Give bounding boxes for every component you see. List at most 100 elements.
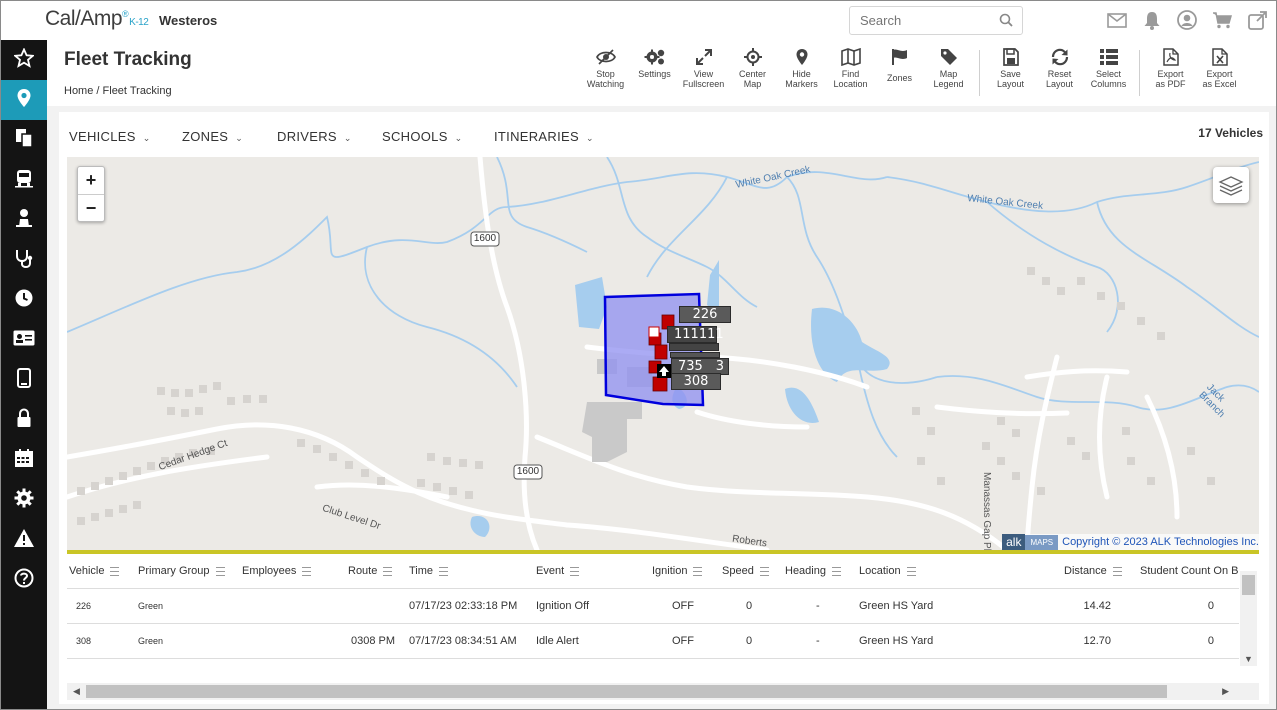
map-pin-icon (16, 88, 32, 113)
schools-filter-dropdown[interactable]: SCHOOLS ⌄ (382, 129, 463, 144)
map-legend-button[interactable]: Map Legend (924, 48, 973, 96)
search-input[interactable] (858, 12, 992, 29)
drivers-filter-dropdown[interactable]: DRIVERS ⌄ (277, 129, 352, 144)
chevron-down-icon: ⌄ (142, 133, 151, 143)
gears-icon (644, 49, 664, 65)
folded-map-icon (840, 48, 861, 66)
column-header-employees[interactable]: Employees (242, 565, 312, 577)
expand-icon (695, 49, 712, 65)
find-location-button[interactable]: Find Location (826, 48, 875, 96)
person-icon (15, 208, 33, 233)
zones-button[interactable]: Zones (875, 48, 924, 96)
save-layout-button[interactable]: Save Layout (986, 48, 1035, 96)
column-header-time[interactable]: Time (409, 565, 449, 577)
zoom-out-button[interactable]: − (78, 195, 104, 222)
sidebar-item-bus[interactable] (1, 160, 47, 200)
view-fullscreen-button[interactable]: View Fullscreen (679, 48, 728, 96)
scrollbar-thumb[interactable] (1242, 575, 1255, 595)
vehicle-label-111111[interactable]: 111111 (667, 326, 724, 343)
user-icon[interactable] (1175, 9, 1199, 31)
sidebar-item-documents[interactable] (1, 120, 47, 160)
reset-layout-button[interactable]: Reset Layout (1035, 48, 1084, 96)
eye-slash-icon (595, 49, 616, 65)
map-view[interactable]: White Oak Creek White Oak Creek 1600 160… (67, 157, 1259, 550)
settings-button[interactable]: Settings (630, 48, 679, 96)
export-pdf-button[interactable]: Export as PDF (1146, 48, 1195, 96)
sidebar-item-history[interactable] (1, 280, 47, 320)
scroll-left-arrow-icon[interactable]: ◀ (73, 686, 80, 697)
column-header-heading[interactable]: Heading (785, 565, 841, 577)
chevron-down-icon: ⌄ (585, 133, 594, 143)
floppy-disk-icon (1002, 48, 1019, 66)
bell-icon[interactable] (1140, 9, 1164, 31)
column-header-distance[interactable]: Distance (1064, 565, 1122, 577)
page-title: Fleet Tracking (64, 49, 192, 70)
column-menu-icon (906, 566, 916, 576)
sidebar-item-health[interactable] (1, 240, 47, 280)
column-header-event[interactable]: Event (536, 565, 580, 577)
zones-filter-dropdown[interactable]: ZONES ⌄ (182, 129, 243, 144)
column-menu-icon (693, 566, 703, 576)
flag-icon (891, 49, 907, 65)
table-row[interactable]: 308 Green 0308 PM 07/17/23 08:34:51 AM I… (67, 624, 1239, 659)
documents-icon (14, 128, 34, 153)
column-header-ignition[interactable]: Ignition (652, 565, 703, 577)
table-vertical-scrollbar[interactable]: ▼ (1240, 571, 1257, 666)
sidebar-item-help[interactable] (1, 560, 47, 600)
maps-logo: MAPS (1025, 534, 1059, 550)
vehicle-label-308[interactable]: 308 (671, 373, 721, 390)
itineraries-filter-dropdown[interactable]: ITINERARIES ⌄ (494, 129, 594, 144)
sidebar-item-calendar[interactable] (1, 440, 47, 480)
vehicle-label-226[interactable]: 226 (679, 306, 731, 323)
map-layers-button[interactable] (1213, 167, 1249, 203)
page-header: Fleet Tracking Home / Fleet Tracking Sto… (47, 40, 1276, 106)
column-menu-icon (570, 566, 580, 576)
sidebar-item-favorites[interactable] (1, 40, 47, 80)
select-columns-button[interactable]: Select Columns (1084, 48, 1133, 96)
hide-markers-button[interactable]: Hide Markers (777, 48, 826, 96)
list-icon (1099, 49, 1118, 65)
breadcrumb-home[interactable]: Home (64, 85, 93, 97)
copyright-text[interactable]: Copyright © 2023 ALK Technologies Inc. (1062, 536, 1259, 548)
sidebar-item-settings[interactable] (1, 480, 47, 520)
sidebar-item-security[interactable] (1, 400, 47, 440)
sidebar-item-alerts[interactable] (1, 520, 47, 560)
table-horizontal-scrollbar[interactable]: ◀ ▶ (67, 683, 1259, 700)
clock-icon (14, 288, 34, 313)
export-excel-button[interactable]: Export as Excel (1195, 48, 1244, 96)
zoom-in-button[interactable]: + (78, 167, 104, 195)
layers-icon (1218, 176, 1244, 196)
mail-icon[interactable] (1105, 9, 1129, 31)
sidebar-item-id-cards[interactable] (1, 320, 47, 360)
route-1600-label: 1600 (473, 233, 497, 244)
calendar-icon (14, 448, 34, 473)
sidebar-item-drivers[interactable] (1, 200, 47, 240)
column-header-vehicle[interactable]: Vehicle (69, 565, 120, 577)
sidebar-item-fleet-tracking[interactable] (1, 80, 47, 120)
external-link-icon[interactable] (1245, 9, 1269, 31)
route-1600-label: 1600 (516, 466, 540, 477)
table-row[interactable]: 226 Green 07/17/23 02:33:18 PM Ignition … (67, 589, 1239, 624)
column-header-speed[interactable]: Speed (722, 565, 769, 577)
vehicle-label-stacked[interactable] (669, 343, 719, 351)
cart-icon[interactable] (1210, 9, 1234, 31)
scroll-right-arrow-icon[interactable]: ▶ (1222, 686, 1229, 697)
column-header-primary-group[interactable]: Primary Group (138, 565, 225, 577)
help-icon (14, 568, 34, 593)
sidebar-item-devices[interactable] (1, 360, 47, 400)
crosshairs-icon (743, 48, 762, 66)
scrollbar-thumb[interactable] (86, 685, 1167, 698)
column-header-route[interactable]: Route (348, 565, 393, 577)
column-menu-icon (831, 566, 841, 576)
vehicles-filter-dropdown[interactable]: VEHICLES ⌄ (69, 129, 151, 144)
search-box[interactable] (849, 6, 1023, 35)
search-icon[interactable] (999, 13, 1013, 32)
stop-watching-button[interactable]: Stop Watching (581, 48, 630, 96)
calamp-logo[interactable]: Cal/Amp®K-12 (45, 7, 149, 31)
column-header-student-count[interactable]: Student Count On B (1140, 565, 1238, 577)
column-header-location[interactable]: Location (859, 565, 916, 577)
table-header: Vehicle Primary Group Employees Route Ti… (67, 554, 1239, 589)
center-map-button[interactable]: Center Map (728, 48, 777, 96)
scroll-down-arrow-icon[interactable]: ▼ (1244, 654, 1253, 664)
content-panel: VEHICLES ⌄ ZONES ⌄ DRIVERS ⌄ SCHOOLS ⌄ ITINE… (59, 112, 1269, 704)
